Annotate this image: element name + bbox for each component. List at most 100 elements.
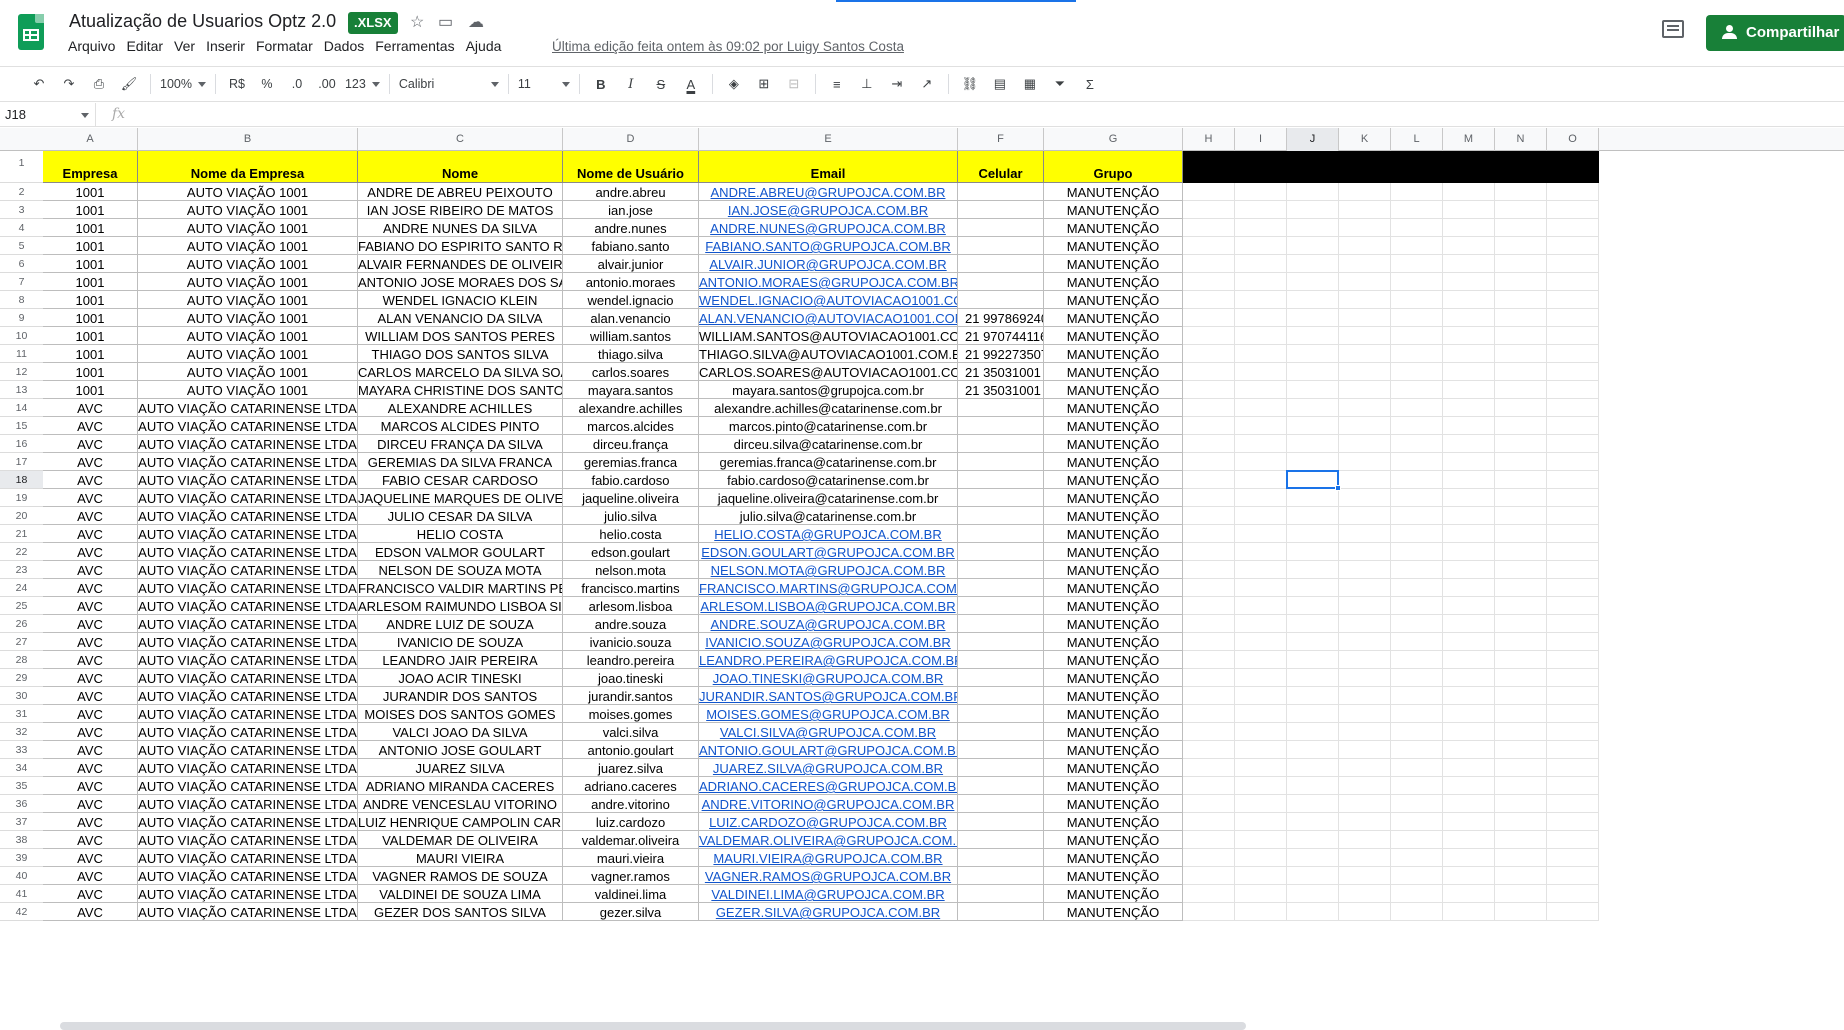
empty-cell[interactable] (1495, 201, 1547, 219)
empty-cell[interactable] (1339, 417, 1391, 435)
empty-cell[interactable] (1391, 561, 1443, 579)
cell-nome[interactable]: GEREMIAS DA SILVA FRANCA (358, 453, 563, 471)
cell-nome[interactable]: LUIZ HENRIQUE CAMPOLIN CARDOZO (358, 813, 563, 831)
empty-cell[interactable] (1495, 615, 1547, 633)
empty-cell[interactable] (1391, 831, 1443, 849)
cell-grupo[interactable]: MANUTENÇÃO (1044, 831, 1183, 849)
empty-cell[interactable] (1339, 381, 1391, 399)
empty-cell[interactable] (1495, 759, 1547, 777)
empty-cell[interactable] (1235, 543, 1287, 561)
empty-cell[interactable] (1391, 381, 1443, 399)
row-header-26[interactable]: 26 (0, 615, 43, 633)
cell-grupo[interactable]: MANUTENÇÃO (1044, 885, 1183, 903)
cell-nome-empresa[interactable]: AUTO VIAÇÃO CATARINENSE LTDA (138, 399, 358, 417)
column-header-o[interactable]: O (1547, 128, 1599, 151)
cell-celular[interactable] (958, 867, 1044, 885)
empty-cell[interactable] (1287, 291, 1339, 309)
empty-cell[interactable] (1443, 399, 1495, 417)
row-header-34[interactable]: 34 (0, 759, 43, 777)
empty-cell[interactable] (1391, 363, 1443, 381)
empty-cell[interactable] (1443, 615, 1495, 633)
empty-cell[interactable] (1287, 435, 1339, 453)
empty-cell[interactable] (1287, 219, 1339, 237)
percent-format-button[interactable]: % (255, 70, 279, 98)
cell-celular[interactable] (958, 237, 1044, 255)
empty-cell[interactable] (1547, 327, 1599, 345)
menu-ver[interactable]: Ver (174, 38, 202, 54)
empty-cell[interactable] (1443, 201, 1495, 219)
header-cell-grupo[interactable]: Grupo (1044, 151, 1183, 183)
empty-cell[interactable] (1339, 151, 1391, 183)
cell-nome-empresa[interactable]: AUTO VIAÇÃO CATARINENSE LTDA (138, 489, 358, 507)
cell-empresa[interactable]: AVC (43, 597, 138, 615)
cell-usuario[interactable]: joao.tineski (563, 669, 699, 687)
cell-nome[interactable]: VAGNER RAMOS DE SOUZA (358, 867, 563, 885)
column-header-i[interactable]: I (1235, 128, 1287, 151)
cell-usuario[interactable]: marcos.alcides (563, 417, 699, 435)
empty-cell[interactable] (1339, 435, 1391, 453)
cell-nome-empresa[interactable]: AUTO VIAÇÃO 1001 (138, 327, 358, 345)
cell-empresa[interactable]: AVC (43, 795, 138, 813)
cell-grupo[interactable]: MANUTENÇÃO (1044, 525, 1183, 543)
row-header-10[interactable]: 10 (0, 327, 43, 345)
empty-cell[interactable] (1391, 903, 1443, 921)
empty-cell[interactable] (1443, 255, 1495, 273)
empty-cell[interactable] (1339, 489, 1391, 507)
cell-email[interactable]: EDSON.GOULART@GRUPOJCA.COM.BR (699, 543, 958, 561)
empty-cell[interactable] (1339, 291, 1391, 309)
empty-cell[interactable] (1339, 399, 1391, 417)
empty-cell[interactable] (1547, 525, 1599, 543)
empty-cell[interactable] (1339, 651, 1391, 669)
row-header-41[interactable]: 41 (0, 885, 43, 903)
cell-usuario[interactable]: gezer.silva (563, 903, 699, 921)
empty-cell[interactable] (1547, 219, 1599, 237)
empty-cell[interactable] (1235, 723, 1287, 741)
empty-cell[interactable] (1443, 579, 1495, 597)
empty-cell[interactable] (1443, 849, 1495, 867)
cell-grupo[interactable]: MANUTENÇÃO (1044, 237, 1183, 255)
cell-grupo[interactable]: MANUTENÇÃO (1044, 561, 1183, 579)
paint-format-icon[interactable]: 🖌 (117, 70, 141, 98)
font-select[interactable]: Calibri (399, 70, 499, 98)
cell-email[interactable]: WILLIAM.SANTOS@AUTOVIACAO1001.COM.BR (699, 327, 958, 345)
cell-email[interactable]: FRANCISCO.MARTINS@GRUPOJCA.COM.BR (699, 579, 958, 597)
empty-cell[interactable] (1287, 705, 1339, 723)
row-header-28[interactable]: 28 (0, 651, 43, 669)
cell-celular[interactable]: 21 997869240 (958, 309, 1044, 327)
row-header-20[interactable]: 20 (0, 507, 43, 525)
cell-usuario[interactable]: carlos.soares (563, 363, 699, 381)
empty-cell[interactable] (1547, 831, 1599, 849)
empty-cell[interactable] (1235, 345, 1287, 363)
empty-cell[interactable] (1183, 327, 1235, 345)
empty-cell[interactable] (1235, 381, 1287, 399)
cell-celular[interactable] (958, 615, 1044, 633)
cell-celular[interactable] (958, 291, 1044, 309)
more-formats-button[interactable]: 123 (345, 70, 380, 98)
empty-cell[interactable] (1495, 507, 1547, 525)
column-header-l[interactable]: L (1391, 128, 1443, 151)
row-header-22[interactable]: 22 (0, 543, 43, 561)
cell-celular[interactable] (958, 885, 1044, 903)
empty-cell[interactable] (1183, 237, 1235, 255)
formula-input[interactable] (140, 103, 1844, 127)
empty-cell[interactable] (1339, 723, 1391, 741)
empty-cell[interactable] (1443, 651, 1495, 669)
empty-cell[interactable] (1495, 237, 1547, 255)
cell-nome-empresa[interactable]: AUTO VIAÇÃO CATARINENSE LTDA (138, 669, 358, 687)
empty-cell[interactable] (1443, 237, 1495, 255)
cell-grupo[interactable]: MANUTENÇÃO (1044, 579, 1183, 597)
empty-cell[interactable] (1547, 183, 1599, 201)
empty-cell[interactable] (1183, 777, 1235, 795)
menu-ajuda[interactable]: Ajuda (466, 38, 509, 54)
empty-cell[interactable] (1443, 543, 1495, 561)
empty-cell[interactable] (1235, 309, 1287, 327)
empty-cell[interactable] (1547, 489, 1599, 507)
empty-cell[interactable] (1391, 849, 1443, 867)
empty-cell[interactable] (1235, 759, 1287, 777)
header-cell-nome-empresa[interactable]: Nome da Empresa (138, 151, 358, 183)
cell-empresa[interactable]: AVC (43, 525, 138, 543)
empty-cell[interactable] (1235, 435, 1287, 453)
cell-usuario[interactable]: wendel.ignacio (563, 291, 699, 309)
cell-grupo[interactable]: MANUTENÇÃO (1044, 201, 1183, 219)
empty-cell[interactable] (1391, 327, 1443, 345)
